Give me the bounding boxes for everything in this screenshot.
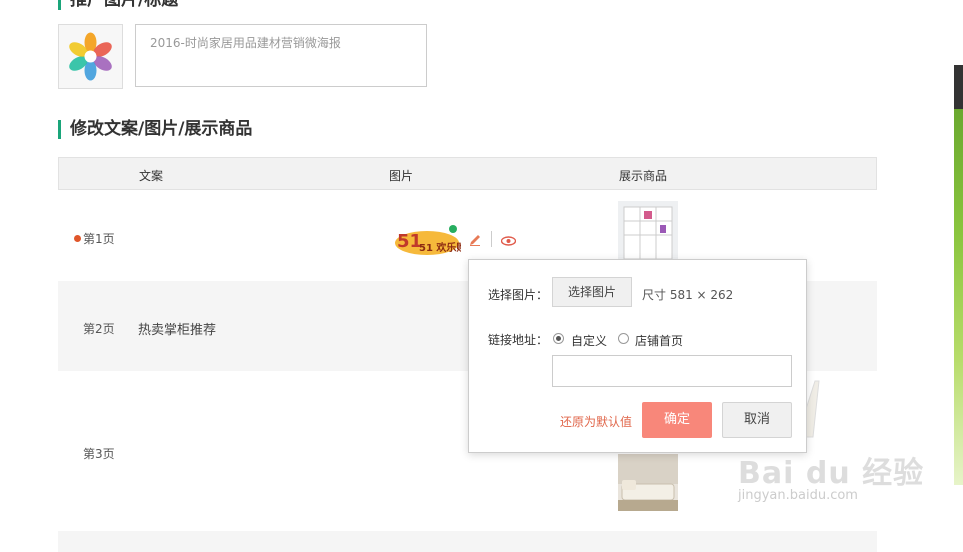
radio-shop-home-label[interactable]: 店铺首页 <box>635 332 683 349</box>
image-size-text: 尺寸 581 × 262 <box>642 288 734 302</box>
eye-preview-icon[interactable] <box>500 235 517 249</box>
poster-thumbnail[interactable] <box>58 24 123 89</box>
header-copy: 文案 <box>139 169 164 183</box>
radio-shop-home[interactable] <box>618 333 629 344</box>
product-thumbnail-sofa[interactable] <box>618 454 678 511</box>
baidu-watermark: Bai du 经验 jingyan.baidu.com <box>738 448 924 503</box>
link-url-input[interactable] <box>552 355 792 387</box>
radio-custom[interactable] <box>553 333 564 344</box>
header-image: 图片 <box>389 169 414 183</box>
flower-logo-icon <box>69 32 112 81</box>
page-label: 第2页 <box>83 322 115 336</box>
right-edge-preview <box>954 65 963 485</box>
section-title-edit: 修改文案/图片/展示商品 <box>58 120 252 139</box>
poster-title-input[interactable]: 2016-时尚家居用品建材营销微海报 <box>135 24 427 87</box>
select-image-button[interactable]: 选择图片 <box>552 277 632 307</box>
svg-text:51 欢乐购: 51 欢乐购 <box>419 241 461 254</box>
select-image-label: 选择图片： <box>488 288 549 302</box>
page-label: 第3页 <box>83 447 115 461</box>
table-header: 文案 图片 展示商品 <box>58 157 877 190</box>
radio-custom-label[interactable]: 自定义 <box>571 332 607 349</box>
edit-pencil-icon[interactable] <box>468 233 482 250</box>
watermark-main: Bai du 经验 <box>738 456 925 491</box>
reset-default-link[interactable]: 还原为默认值 <box>560 413 632 430</box>
row-copy-text: 热卖掌柜推荐 <box>138 323 217 338</box>
divider <box>491 231 492 247</box>
cancel-button[interactable]: 取消 <box>722 402 792 438</box>
image-edit-popup: 选择图片： 选择图片 尺寸 581 × 262 链接地址： 自定义 店铺首页 还… <box>468 259 807 453</box>
right-edge-preview-top <box>954 65 963 109</box>
current-page-dot <box>74 235 81 242</box>
page-label: 第1页 <box>74 230 115 247</box>
section-title-promo: 推广图片/标题 <box>58 0 178 10</box>
table-row <box>58 531 877 552</box>
product-thumbnail-shelf[interactable] <box>618 201 678 261</box>
banner-thumbnail[interactable]: 51 51 欢乐购 <box>391 221 466 261</box>
link-address-label: 链接地址： <box>488 333 549 347</box>
header-products: 展示商品 <box>619 169 668 183</box>
confirm-button[interactable]: 确定 <box>642 402 712 438</box>
